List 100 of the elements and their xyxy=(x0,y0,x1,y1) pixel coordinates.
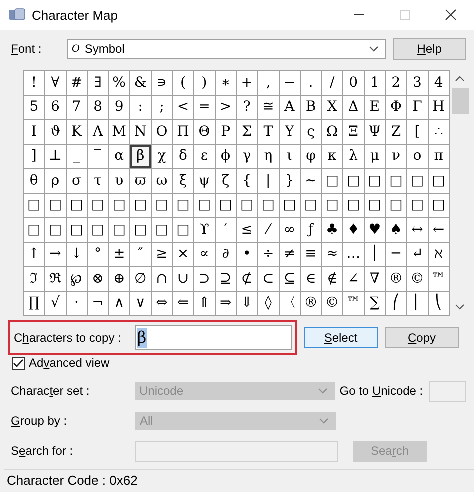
character-cell[interactable]: ÷ xyxy=(258,242,280,267)
character-cell[interactable]: ~ xyxy=(300,169,322,194)
character-cell[interactable]: γ xyxy=(236,144,258,169)
character-cell[interactable]: ⊥ xyxy=(45,144,67,169)
character-cell[interactable]: Φ xyxy=(386,96,408,120)
character-cell[interactable]: ≈ xyxy=(322,242,344,267)
character-cell[interactable]: ϖ xyxy=(130,169,152,194)
character-cell[interactable]: θ xyxy=(24,169,46,194)
character-cell[interactable]: / xyxy=(322,71,344,96)
character-cell[interactable]: ε xyxy=(194,144,216,169)
character-cell[interactable]: ⇔ xyxy=(152,292,174,316)
character-cell[interactable]: Λ xyxy=(88,120,110,144)
character-cell[interactable]: ; xyxy=(152,96,174,120)
character-cell[interactable]: Σ xyxy=(236,120,258,144)
character-cell[interactable]: σ xyxy=(66,169,88,194)
character-cell[interactable]: □ xyxy=(88,218,110,242)
scroll-up-icon[interactable] xyxy=(455,76,466,82)
character-cell[interactable]: □ xyxy=(152,218,174,242)
character-cell[interactable]: ⎜ xyxy=(407,292,429,316)
character-cell[interactable]: 〈 xyxy=(280,292,301,316)
character-cell[interactable]: Θ xyxy=(194,120,216,144)
character-cell[interactable]: Δ xyxy=(343,96,365,120)
character-cell[interactable]: ψ xyxy=(194,169,216,194)
character-cell[interactable]: ? xyxy=(236,96,258,120)
character-cell[interactable]: ⊇ xyxy=(216,267,237,292)
character-cell[interactable]: φ xyxy=(300,144,322,169)
character-cell[interactable]: 6 xyxy=(45,96,67,120)
character-cell[interactable]: ℵ xyxy=(428,242,450,267)
character-cell[interactable]: ] xyxy=(24,144,46,169)
character-cell[interactable]: ≠ xyxy=(280,242,301,267)
character-cell[interactable]: > xyxy=(216,96,237,120)
character-cell[interactable]: , xyxy=(258,71,280,96)
character-cell[interactable]: ′ xyxy=(216,218,237,242)
character-cell[interactable]: Μ xyxy=(109,120,130,144)
character-cell[interactable]: ! xyxy=(24,71,46,96)
character-cell[interactable]: # xyxy=(66,71,88,96)
character-cell[interactable]: © xyxy=(322,292,344,316)
character-cell[interactable]: ↵ xyxy=(407,242,429,267)
character-cell[interactable]: _ xyxy=(66,144,88,169)
character-cell[interactable]: ⊂ xyxy=(258,267,280,292)
copy-button[interactable]: Copy xyxy=(385,327,459,348)
character-cell[interactable]: ″ xyxy=(130,242,152,267)
character-cell[interactable]: □ xyxy=(343,194,365,218)
character-cell[interactable]: [ xyxy=(407,120,429,144)
character-cell[interactable]: ♣ xyxy=(322,218,344,242)
character-cell[interactable]: Υ xyxy=(280,120,301,144)
character-cell[interactable]: │ xyxy=(364,242,386,267)
scroll-thumb[interactable] xyxy=(452,88,469,114)
character-cell[interactable]: Ξ xyxy=(343,120,365,144)
character-cell[interactable]: ⎝ xyxy=(428,292,450,316)
character-cell[interactable]: ◊ xyxy=(258,292,280,316)
character-cell[interactable]: Ζ xyxy=(386,120,408,144)
character-cell[interactable]: ∈ xyxy=(300,267,322,292)
go-to-unicode-field[interactable] xyxy=(429,380,466,402)
character-cell[interactable]: 0 xyxy=(343,71,365,96)
character-cell[interactable]: 7 xyxy=(66,96,88,120)
character-cell[interactable]: □ xyxy=(428,194,450,218)
character-cell[interactable]: ν xyxy=(386,144,408,169)
character-cell[interactable]: □ xyxy=(88,194,110,218)
character-cell[interactable]: Ο xyxy=(152,120,174,144)
character-cell[interactable]: □ xyxy=(24,218,46,242)
character-cell[interactable]: : xyxy=(130,96,152,120)
character-cell[interactable]: ↑ xyxy=(24,242,46,267)
character-cell[interactable]: ∝ xyxy=(194,242,216,267)
character-cell[interactable]: ∨ xyxy=(130,292,152,316)
character-cell[interactable]: ♦ xyxy=(343,218,365,242)
character-cell[interactable]: ≤ xyxy=(236,218,258,242)
character-cell[interactable]: ∧ xyxy=(109,292,130,316)
character-cell[interactable]: 5 xyxy=(24,96,46,120)
character-cell[interactable]: τ xyxy=(88,169,110,194)
character-cell[interactable]: | xyxy=(258,169,280,194)
character-cell[interactable]: ® xyxy=(386,267,408,292)
character-cell[interactable]: & xyxy=(130,71,152,96)
character-cell[interactable]: ξ xyxy=(173,169,194,194)
character-cell[interactable]: ζ xyxy=(216,169,237,194)
character-cell[interactable]: 1 xyxy=(364,71,386,96)
character-cell[interactable]: ™ xyxy=(428,267,450,292)
character-cell[interactable]: □ xyxy=(24,194,46,218)
character-cell[interactable]: ♥ xyxy=(364,218,386,242)
character-cell[interactable]: ↔ xyxy=(407,218,429,242)
character-cell[interactable]: υ xyxy=(109,169,130,194)
character-cell[interactable]: ™ xyxy=(343,292,365,316)
character-cell[interactable]: ∩ xyxy=(152,267,174,292)
character-cell[interactable]: ∀ xyxy=(45,71,67,96)
character-cell[interactable]: Π xyxy=(173,120,194,144)
character-cell[interactable]: 2 xyxy=(386,71,408,96)
character-cell[interactable]: ± xyxy=(109,242,130,267)
character-cell[interactable]: ℑ xyxy=(24,267,46,292)
character-cell[interactable]: ∗ xyxy=(216,71,237,96)
character-cell[interactable]: □ xyxy=(45,194,67,218)
character-cell[interactable]: } xyxy=(280,169,301,194)
character-cell[interactable]: + xyxy=(236,71,258,96)
select-button[interactable]: Select xyxy=(304,327,378,348)
character-cell[interactable]: □ xyxy=(407,194,429,218)
character-cell[interactable]: ) xyxy=(194,71,216,96)
character-cell[interactable]: ∅ xyxy=(130,267,152,292)
character-cell[interactable]: Ε xyxy=(364,96,386,120)
character-cell[interactable]: ρ xyxy=(45,169,67,194)
character-cell[interactable]: ⇐ xyxy=(173,292,194,316)
character-cell[interactable]: κ xyxy=(322,144,344,169)
